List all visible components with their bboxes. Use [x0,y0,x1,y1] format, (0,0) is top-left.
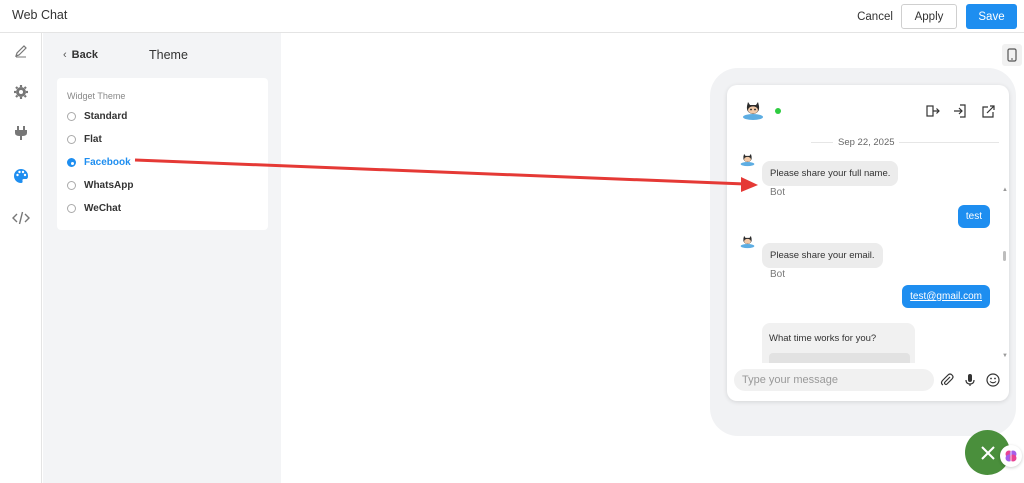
bot-sender-label: Bot [770,269,786,280]
theme-option-label: Flat [84,134,102,145]
exit-icon[interactable] [925,103,941,119]
mobile-phone-icon[interactable] [1002,44,1022,66]
app-title: Web Chat [12,8,68,22]
gear-icon[interactable] [11,82,31,102]
save-button[interactable]: Save [966,4,1017,29]
user-message-bubble: test [957,205,990,228]
date-label: Sep 22, 2025 [838,137,895,148]
scroll-up-arrow-icon[interactable]: ▲ [1002,187,1008,193]
radio-button[interactable] [67,135,76,144]
plug-icon[interactable] [11,123,31,143]
icon-rail [0,33,42,483]
scrollbar-thumb[interactable] [1003,251,1006,261]
chat-header [727,85,1009,135]
microphone-icon[interactable] [962,372,978,388]
back-button[interactable]: ‹ Back [63,49,98,61]
smiley-icon[interactable] [985,372,1001,388]
code-icon[interactable] [11,208,31,228]
close-icon [980,445,995,460]
chevron-left-icon: ‹ [63,49,67,61]
theme-option-facebook[interactable]: Facebook [67,157,131,168]
theme-option-label: WeChat [84,203,122,214]
bot-message-bubble: Please share your email. [762,243,883,268]
brain-icon [1000,445,1022,467]
apply-button[interactable]: Apply [901,4,957,29]
radio-button[interactable] [67,204,76,213]
paperclip-icon[interactable] [939,372,955,388]
message-list[interactable]: Sep 22, 2025 Please share your full name… [727,135,1009,363]
select-time-button[interactable] [769,353,910,363]
bot-avatar-icon [740,153,755,172]
back-label: Back [71,49,98,61]
radio-button[interactable] [67,112,76,121]
theme-option-wechat[interactable]: WeChat [67,203,121,214]
bot-question-card: What time works for you? [762,323,915,363]
widget-theme-label: Widget Theme [67,91,126,101]
question-text: What time works for you? [769,333,877,344]
radio-button[interactable] [67,181,76,190]
theme-option-label: Facebook [84,157,131,168]
theme-option-standard[interactable]: Standard [67,111,127,122]
theme-settings-panel: ‹ Back Theme Widget Theme Standard Flat … [43,33,281,483]
top-bar: Web Chat Cancel Apply Save [0,0,1024,33]
online-status-dot [775,108,781,114]
cancel-button[interactable]: Cancel [852,4,898,29]
palette-icon[interactable] [11,166,31,186]
login-icon[interactable] [952,103,968,119]
theme-option-label: WhatsApp [84,180,134,191]
theme-option-label: Standard [84,111,128,122]
divider-line [899,142,999,143]
panel-title: Theme [149,48,188,62]
radio-button-selected[interactable] [67,158,76,167]
message-input[interactable] [734,369,934,391]
widget-theme-card: Widget Theme Standard Flat Facebook What… [57,78,268,230]
theme-option-flat[interactable]: Flat [67,134,102,145]
bot-message-bubble: Please share your full name. [762,161,899,186]
open-external-icon[interactable] [980,103,996,119]
scroll-down-arrow-icon[interactable]: ▼ [1002,353,1008,359]
pencil-icon[interactable] [11,41,31,61]
theme-option-whatsapp[interactable]: WhatsApp [67,180,133,191]
divider-line [811,142,833,143]
chat-widget-preview: Sep 22, 2025 Please share your full name… [727,85,1009,401]
date-separator: Sep 22, 2025 [727,135,999,151]
bot-avatar-icon [742,101,764,126]
user-message-bubble[interactable]: test@gmail.com [902,285,990,308]
bot-sender-label: Bot [770,187,786,198]
message-composer [727,363,1009,401]
bot-avatar-icon [740,235,755,254]
